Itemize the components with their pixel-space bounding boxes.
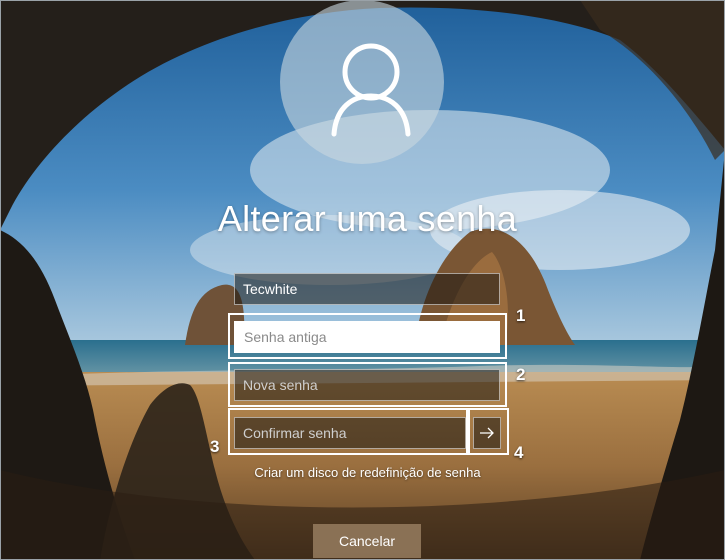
callout-box-3 [228,408,468,455]
cancel-button[interactable]: Cancelar [313,524,421,558]
username-field[interactable] [234,273,500,305]
user-silhouette-icon [331,43,411,137]
callout-box-2 [228,362,507,407]
callout-box-1 [228,313,507,359]
callout-number-4: 4 [514,443,524,462]
page-title: Alterar uma senha [217,198,518,239]
callout-number-2: 2 [516,365,526,384]
callout-box-4 [468,408,509,455]
callout-number-1: 1 [516,306,526,325]
reset-disk-link[interactable]: Criar um disco de redefinição de senha [0,465,725,480]
user-avatar [280,0,444,164]
callout-number-3: 3 [210,437,220,456]
